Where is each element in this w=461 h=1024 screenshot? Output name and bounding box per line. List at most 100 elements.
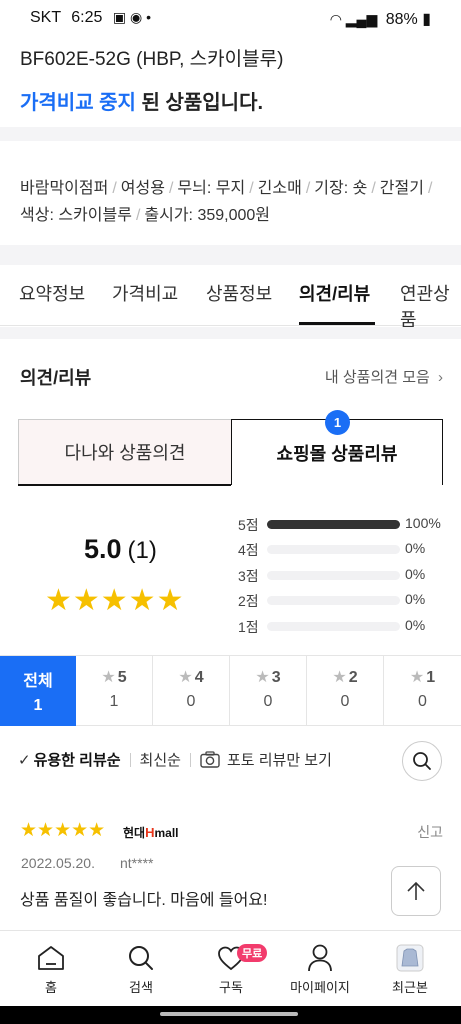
nav-mypage-label: 마이페이지 [290,980,350,995]
filter-4-star[interactable]: ★ 4 0 [153,656,230,726]
star-icon: ★ [178,669,193,686]
filter-label: 2 [348,669,358,686]
tab-summary[interactable]: 요약정보 [19,280,85,306]
distribution-percent: 0% [405,540,426,556]
distribution-percent: 100% [405,515,441,531]
filter-2-star[interactable]: ★ 2 0 [307,656,384,726]
sort-helpful[interactable]: 유용한 리뷰순 [34,749,121,770]
distribution-bar [267,545,400,554]
mall-logo: 현대Hmall [123,824,179,841]
spec-divider: / [112,180,117,197]
battery-percent: 88% [385,11,418,28]
nav-home-label: 홈 [45,980,57,995]
tab-reviews[interactable]: 의견/리뷰 [299,280,370,306]
star-filter-bar: 전체 1 ★ 5 1 ★ 4 0 ★ 3 0 ★ 2 0 ★ 1 0 [0,655,461,726]
report-button[interactable]: 신고 [417,822,443,842]
nav-subscribe[interactable]: 무료 구독 [185,931,277,1007]
nav-mypage[interactable]: 마이페이지 [274,931,366,1007]
review-search-button[interactable] [402,741,442,781]
nav-recent[interactable]: 최근본 [364,931,456,1007]
distribution-fill [267,520,400,529]
recent-product-thumbnail [396,944,424,972]
photo-review-toggle[interactable]: 포토 리뷰만 보기 [200,749,332,770]
review-star-rating: ★★★★★ [20,820,106,841]
distribution-label: 2점 [238,593,259,609]
distribution-bar [267,622,400,631]
review-count: (1) [127,537,157,564]
notification-icons: ▣ ◉ • [112,9,151,25]
section-gap [0,245,461,265]
section-title: 의견/리뷰 [20,368,92,388]
gesture-handle[interactable] [160,1012,298,1016]
spec-divider: / [249,180,254,197]
arrow-up-icon [407,881,425,900]
tab-danawa-opinions[interactable]: 다나와 상품의견 [18,419,231,485]
mall-logo-prefix: 현대 [123,826,146,840]
spec-item: 기장: 숏 [314,180,368,197]
bottom-navigation: 홈 검색 무료 구독 마이페이지 최근본 [0,930,461,1006]
distribution-percent: 0% [405,591,426,607]
distribution-label: 3점 [238,568,259,584]
price-compare-suffix: 된 상품입니다. [135,92,264,114]
filter-5-star[interactable]: ★ 5 1 [76,656,153,726]
product-specs: 바람막이점퍼 / 여성용 / 무늬: 무지 / 긴소매 / 기장: 숏 / 간절기/색상: 스카이블… [20,175,445,229]
distribution-label: 5점 [238,517,259,533]
spec-item: 무늬: 무지 [177,180,246,197]
filter-all[interactable]: 전체 1 [0,656,76,726]
filter-label: 전체 [23,673,53,690]
filter-3-star[interactable]: ★ 3 0 [230,656,307,726]
tab-price-compare[interactable]: 가격비교 [112,280,178,306]
check-icon: ✓ [18,751,31,769]
star-icon: ★ [332,669,347,686]
spec-item: 색상: 스카이블루 [20,207,132,224]
battery-icon: ▮ [422,11,431,28]
filter-count: 0 [418,693,427,710]
filter-count: 0 [340,693,350,710]
search-icon [413,752,431,770]
filter-label: 1 [426,669,436,686]
tab-product-info[interactable]: 상품정보 [206,280,272,306]
signal-icon: ◠ ▂▄▆ [329,11,378,27]
price-compare-stopped: 가격비교 중지 [20,92,136,114]
active-tab-indicator [299,322,375,325]
sort-latest[interactable]: 최신순 [140,749,181,770]
distribution-row: 5점 100% [236,515,446,535]
home-icon [38,946,64,970]
tab-related[interactable]: 연관상품 [400,280,461,332]
product-title: BF602E-52G (HBP, 스카이블루) [20,49,284,70]
distribution-percent: 0% [405,566,426,582]
status-bar: SKT 6:25 ▣ ◉ • ◠ ▂▄▆ 88% ▮ [0,0,461,38]
tab-divider-line [18,484,231,486]
review-date: 2022.05.20. [21,855,95,871]
photo-review-label: 포토 리뷰만 보기 [226,752,332,769]
distribution-bar [267,596,400,605]
carrier: SKT [30,9,61,26]
free-badge: 무료 [237,944,268,962]
star-rating-icon: ★★★★★ [45,584,185,617]
scroll-top-button[interactable] [391,866,441,916]
distribution-bar [267,571,400,580]
filter-count: 0 [263,693,273,710]
my-opinions-link[interactable]: 내 상품의견 모음 › [325,366,443,387]
nav-search[interactable]: 검색 [95,931,187,1007]
mall-review-count-badge: 1 [325,410,350,435]
distribution-row: 1점 0% [236,617,446,637]
spec-item: 간절기 [379,180,424,197]
filter-label: 5 [117,669,127,686]
nav-home[interactable]: 홈 [5,931,97,1007]
distribution-row: 2점 0% [236,591,446,611]
filter-1-star[interactable]: ★ 1 0 [384,656,461,726]
chevron-right-icon: › [438,369,443,386]
star-icon: ★ [255,669,270,686]
star-icon: ★ [409,669,425,686]
search-icon [129,946,153,970]
distribution-bar [267,520,400,529]
nav-search-label: 검색 [129,980,153,995]
clock: 6:25 [71,9,103,26]
spec-divider: / [427,180,433,197]
spec-divider: / [168,180,174,197]
spec-item: 출시가: 359,000원 [144,207,270,224]
status-left: SKT 6:25 ▣ ◉ • [30,9,151,27]
mall-logo-suffix: mall [154,826,179,840]
distribution-label: 4점 [238,542,259,558]
